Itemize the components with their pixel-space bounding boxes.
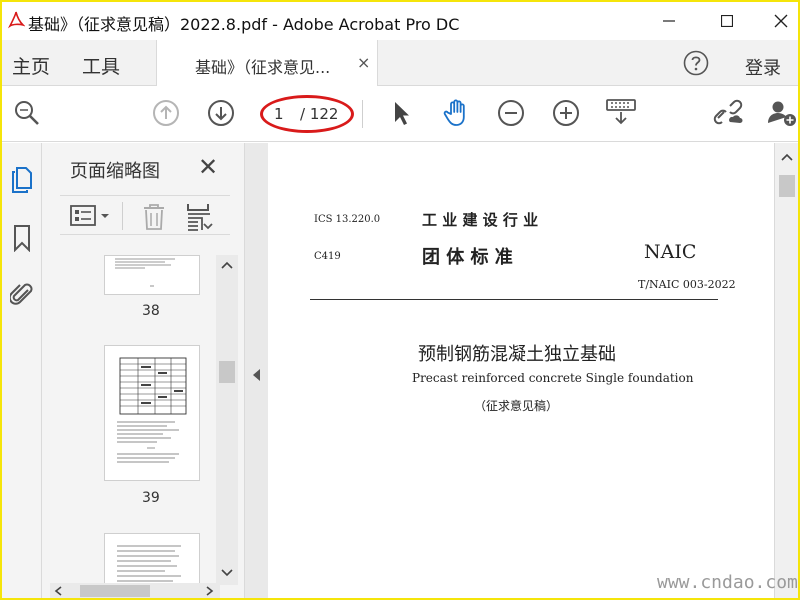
extract-page-button[interactable] — [186, 202, 214, 236]
page-up-icon — [153, 100, 179, 126]
zoom-out-icon — [498, 100, 524, 126]
trash-icon — [144, 204, 164, 230]
thumbnail-panel: 页面缩略图 ✕ 38 39 — [42, 143, 244, 598]
thumbnail-label: 38 — [142, 303, 160, 319]
document-view: ICS 13.220.0 工 业 建 设 行 业 C419 团 体 标 准 NA… — [268, 143, 774, 598]
toolbar-divider — [362, 100, 363, 128]
zoom-in-button[interactable] — [551, 98, 581, 128]
doc-header-standard: 团 体 标 准 — [422, 247, 513, 268]
tab-document-label: 基础》（征求意见... — [195, 58, 331, 77]
thumbnail-page[interactable] — [104, 533, 200, 585]
thumbnail-scrollbar[interactable] — [216, 255, 238, 585]
close-icon — [774, 14, 788, 28]
toolbar: 1 / 122 — [2, 86, 798, 142]
thumbnail-label: 39 — [142, 490, 160, 506]
doc-rule — [310, 299, 718, 300]
select-tool-button[interactable] — [386, 98, 416, 128]
left-rail — [2, 143, 42, 598]
zoom-in-icon — [553, 100, 579, 126]
hand-tool-icon — [443, 99, 465, 126]
doc-title-en: Precast reinforced concrete Single found… — [412, 371, 694, 385]
thumbnail-page[interactable] — [104, 345, 200, 481]
zoom-search-icon — [15, 101, 39, 125]
select-cursor-icon — [395, 102, 409, 125]
doc-naic: NAIC — [644, 241, 697, 263]
zoom-search-button[interactable] — [12, 98, 42, 128]
copy-pages-icon — [12, 167, 32, 193]
scroll-up-icon[interactable] — [221, 261, 233, 269]
panel-collapse-strip[interactable] — [244, 143, 268, 598]
scroll-up-icon[interactable] — [781, 153, 793, 161]
panel-tools-divider — [122, 202, 123, 230]
close-window-button[interactable] — [758, 2, 798, 40]
hscrollbar-thumb[interactable] — [80, 585, 150, 597]
zoom-out-button[interactable] — [496, 98, 526, 128]
tab-close-button[interactable]: × — [357, 53, 370, 72]
share-link-button[interactable] — [712, 98, 746, 128]
tab-home[interactable]: 主页 — [12, 52, 50, 79]
scroll-left-icon[interactable] — [54, 586, 62, 596]
share-link-icon — [713, 99, 743, 125]
hand-tool-button[interactable] — [442, 98, 472, 128]
thumbnail-list: 38 39 — [42, 255, 220, 585]
document-scrollbar[interactable] — [774, 143, 798, 598]
doc-ics: ICS 13.220.0 — [314, 214, 381, 225]
extract-page-icon — [187, 204, 213, 231]
page-thumbnails-button[interactable] — [9, 165, 35, 195]
window-title: 基础》（征求意见稿）2022.8.pdf - Adobe Acrobat Pro… — [28, 15, 460, 34]
page-preview-icon — [115, 258, 175, 287]
fit-page-button[interactable] — [605, 98, 637, 128]
add-user-button[interactable] — [766, 98, 798, 128]
previous-page-button[interactable] — [151, 98, 181, 128]
scrollbar-thumb[interactable] — [219, 361, 235, 383]
bookmark-icon — [14, 225, 30, 252]
page-number-input[interactable]: 1 — [274, 105, 284, 123]
scroll-right-icon[interactable] — [206, 586, 214, 596]
thumbnail-options-button[interactable] — [70, 204, 114, 232]
acrobat-icon — [7, 11, 25, 29]
next-page-button[interactable] — [206, 98, 236, 128]
doc-title-cn: 预制钢筋混凝土独立基础 — [418, 344, 616, 365]
scrollbar-thumb[interactable] — [779, 175, 795, 197]
maximize-icon — [721, 15, 733, 27]
maximize-button[interactable] — [704, 2, 750, 40]
add-user-icon — [768, 101, 796, 126]
thumbnail-page[interactable] — [104, 255, 200, 295]
minimize-icon — [663, 20, 675, 22]
page-preview-icon — [117, 357, 187, 463]
tab-bar: 主页 工具 基础》（征求意见... × 登录 — [2, 40, 798, 86]
options-menu-icon — [70, 205, 109, 226]
paperclip-icon — [10, 283, 33, 305]
page-down-icon — [208, 100, 234, 126]
app-window: 基础》（征求意见稿）2022.8.pdf - Adobe Acrobat Pro… — [0, 0, 800, 600]
help-icon[interactable] — [683, 50, 709, 76]
scroll-down-icon[interactable] — [221, 569, 233, 577]
collapse-left-icon[interactable] — [253, 369, 261, 381]
fit-page-icon — [606, 99, 636, 125]
minimize-button[interactable] — [646, 2, 692, 40]
doc-standard-number: T/NAIC 003-2022 — [638, 278, 736, 291]
delete-page-button[interactable] — [142, 203, 166, 235]
login-button[interactable]: 登录 — [745, 54, 781, 80]
panel-title: 页面缩略图 — [70, 161, 160, 182]
panel-toolbar — [60, 195, 230, 235]
tab-tools[interactable]: 工具 — [82, 52, 120, 79]
panel-close-button[interactable]: ✕ — [198, 153, 218, 181]
attachments-button[interactable] — [9, 279, 35, 309]
page-total: / 122 — [300, 105, 339, 123]
bookmarks-button[interactable] — [9, 223, 35, 253]
thumbnail-hscrollbar[interactable] — [50, 583, 220, 598]
tab-document[interactable]: 基础》（征求意见... × — [156, 40, 378, 86]
doc-header-industry: 工 业 建 设 行 业 — [422, 211, 539, 229]
title-bar: 基础》（征求意见稿）2022.8.pdf - Adobe Acrobat Pro… — [2, 2, 798, 40]
doc-status: （征求意见稿） — [474, 399, 559, 413]
page-number-box[interactable]: 1 / 122 — [260, 95, 354, 133]
page-preview-icon — [117, 545, 181, 582]
doc-code: C419 — [314, 251, 341, 262]
watermark-text: www.cndao.com — [657, 572, 798, 593]
